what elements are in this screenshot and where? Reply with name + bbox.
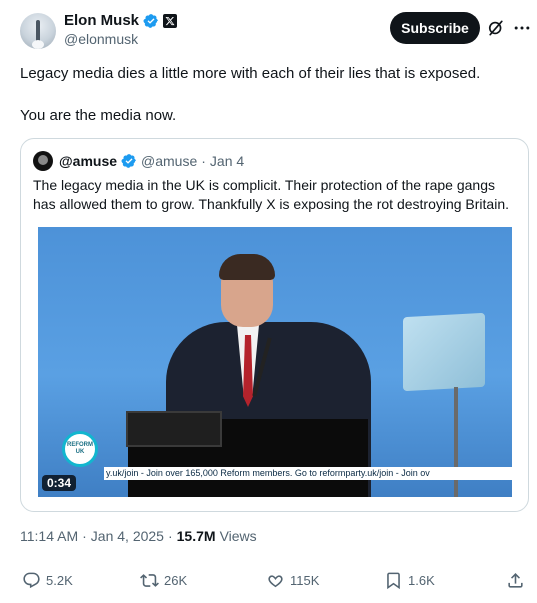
rocket-shape: [36, 20, 40, 42]
quoted-author-avatar[interactable]: [33, 151, 53, 171]
news-ticker: y.uk/join - Join over 165,000 Reform mem…: [104, 467, 512, 480]
like-count: 115K: [290, 573, 320, 588]
tweet-body: Legacy media dies a little more with eac…: [20, 63, 520, 126]
x-logo-icon[interactable]: [163, 13, 178, 28]
reply-button[interactable]: 5.2K: [22, 571, 73, 590]
quoted-author-name[interactable]: @amuse: [59, 153, 117, 169]
video-frame: REFORM UK y.uk/join - Join over 165,000 …: [38, 227, 512, 497]
quoted-author-handle[interactable]: @amuse: [141, 153, 197, 169]
bookmark-button[interactable]: 1.6K: [384, 571, 435, 590]
video-duration: 0:34: [42, 475, 77, 491]
meta-separator: ·: [82, 528, 87, 544]
tweet-date[interactable]: Jan 4, 2025: [91, 528, 164, 544]
subscribe-button[interactable]: Subscribe: [390, 12, 480, 44]
tweet-meta: 11:14 AM · Jan 4, 2025 · 15.7M Views: [20, 528, 257, 544]
grok-icon[interactable]: [486, 18, 506, 38]
quoted-tweet-header: @amuse @amuse · Jan 4: [33, 151, 244, 171]
author-name-row: Elon Musk: [64, 12, 178, 29]
bookmark-icon: [387, 572, 400, 590]
quoted-separator: ·: [201, 153, 206, 169]
verified-badge-icon[interactable]: [143, 13, 159, 29]
views-count[interactable]: 15.7M: [177, 528, 216, 544]
like-button[interactable]: 115K: [266, 571, 319, 590]
action-bar: 5.2K 26K 115K 1.6K: [22, 571, 527, 593]
quoted-date[interactable]: Jan 4: [210, 153, 244, 169]
badge-line1: REFORM: [67, 442, 93, 448]
bookmark-count: 1.6K: [408, 573, 435, 588]
lectern-monitor: [126, 411, 222, 447]
views-label: Views: [219, 528, 257, 544]
repost-icon: [140, 574, 159, 587]
meta-separator-2: ·: [167, 528, 173, 544]
reply-count: 5.2K: [46, 573, 73, 588]
share-button[interactable]: [506, 571, 525, 590]
tweet-text-line1: Legacy media dies a little more with eac…: [20, 65, 481, 82]
reform-logo-icon: REFORM UK: [62, 431, 98, 467]
tweet-text-line2: You are the media now.: [20, 107, 177, 124]
author-name[interactable]: Elon Musk: [64, 12, 139, 29]
heart-icon: [268, 575, 283, 588]
rocket-plume-shape: [32, 40, 44, 49]
repost-count: 26K: [164, 573, 188, 588]
speaker-hair: [219, 254, 275, 280]
repost-button[interactable]: 26K: [140, 571, 187, 590]
quoted-verified-badge-icon: [121, 154, 136, 168]
author-handle[interactable]: @elonmusk: [64, 31, 138, 47]
reply-icon: [23, 572, 40, 589]
teleprompter-pole: [454, 387, 458, 497]
more-icon[interactable]: [512, 18, 532, 38]
video-player[interactable]: REFORM UK y.uk/join - Join over 165,000 …: [38, 227, 512, 497]
tweet-header: Elon Musk @elonmusk Subscribe: [20, 10, 530, 50]
author-avatar[interactable]: [20, 13, 56, 49]
teleprompter-shape: [403, 312, 485, 392]
tweet-time[interactable]: 11:14 AM: [20, 528, 78, 544]
share-icon: [508, 573, 523, 588]
quoted-tweet-text: The legacy media in the UK is complicit.…: [33, 177, 509, 212]
badge-line2: UK: [75, 449, 85, 455]
quoted-tweet[interactable]: @amuse @amuse · Jan 4 The legacy media i…: [20, 138, 529, 512]
